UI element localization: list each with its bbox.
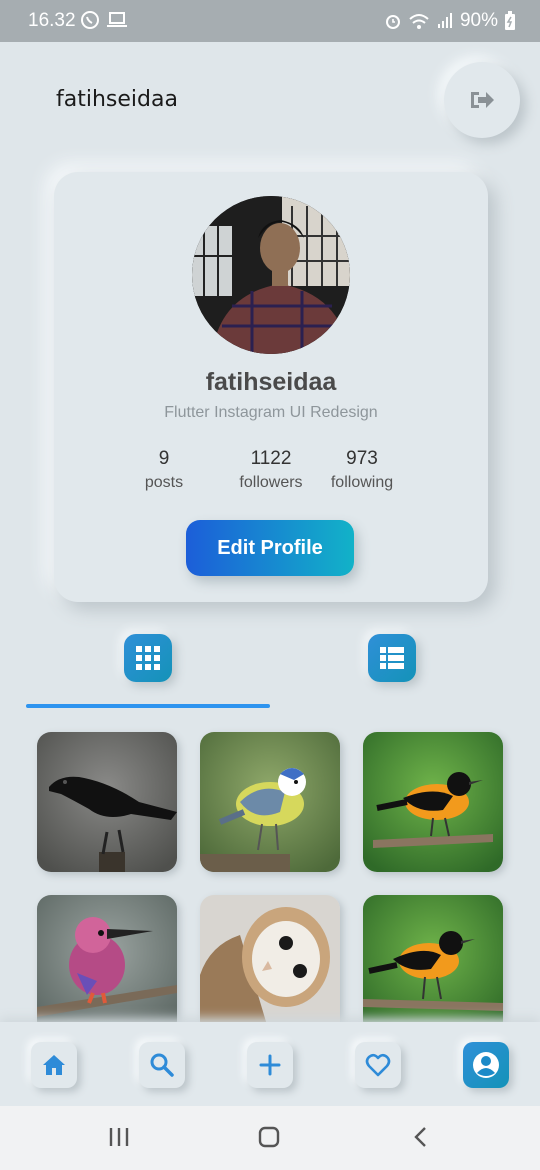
tab-list[interactable] <box>368 634 416 682</box>
wifi-icon <box>409 14 429 29</box>
nav-home[interactable] <box>31 1042 77 1088</box>
post-thumbnail[interactable] <box>200 895 340 1035</box>
profile-card: fatihseidaa Flutter Instagram UI Redesig… <box>54 172 488 602</box>
stat-posts[interactable]: 9 posts <box>104 448 224 492</box>
battery-percent: 90% <box>459 10 498 31</box>
post-thumbnail[interactable] <box>363 895 503 1035</box>
header-username: fatihseidaa <box>56 87 178 112</box>
plus-icon <box>259 1054 281 1076</box>
stat-value: 9 <box>158 448 170 469</box>
heart-icon <box>365 1053 391 1077</box>
back-icon[interactable] <box>410 1126 432 1148</box>
system-nav-bar <box>0 1106 540 1170</box>
nav-profile[interactable] <box>463 1042 509 1088</box>
grid-icon <box>136 646 160 670</box>
battery-icon <box>505 11 515 30</box>
profile-name: fatihseidaa <box>205 368 337 396</box>
alarm-icon <box>385 15 400 29</box>
profile-icon <box>473 1052 499 1078</box>
status-bar: 16.32 90% <box>0 0 540 42</box>
list-icon <box>380 647 404 669</box>
bottom-nav <box>0 1022 540 1106</box>
post-thumbnail[interactable] <box>37 732 177 872</box>
post-thumbnail[interactable] <box>363 732 503 872</box>
home-icon <box>43 1055 65 1075</box>
stat-value: 973 <box>346 448 378 469</box>
stat-label: posts <box>144 474 184 491</box>
search-icon <box>150 1053 174 1077</box>
nav-add[interactable] <box>247 1042 293 1088</box>
nav-activity[interactable] <box>355 1042 401 1088</box>
avatar[interactable] <box>192 196 350 354</box>
signal-icon <box>437 13 452 28</box>
laptop-icon <box>107 12 127 27</box>
logout-icon <box>471 92 494 108</box>
home-button-icon[interactable] <box>258 1126 280 1148</box>
whatsapp-icon <box>81 11 99 29</box>
stat-following[interactable]: 973 following <box>302 448 422 492</box>
profile-bio: Flutter Instagram UI Redesign <box>164 404 378 421</box>
post-thumbnail[interactable] <box>200 732 340 872</box>
tab-indicator <box>26 704 270 708</box>
stat-label: following <box>330 474 394 491</box>
status-time: 16.32 <box>28 10 76 31</box>
recents-icon[interactable] <box>108 1126 130 1148</box>
edit-profile-button[interactable]: Edit Profile <box>186 520 354 576</box>
nav-search[interactable] <box>139 1042 185 1088</box>
logout-button[interactable] <box>444 62 520 138</box>
tab-grid[interactable] <box>124 634 172 682</box>
post-thumbnail[interactable] <box>37 895 177 1035</box>
